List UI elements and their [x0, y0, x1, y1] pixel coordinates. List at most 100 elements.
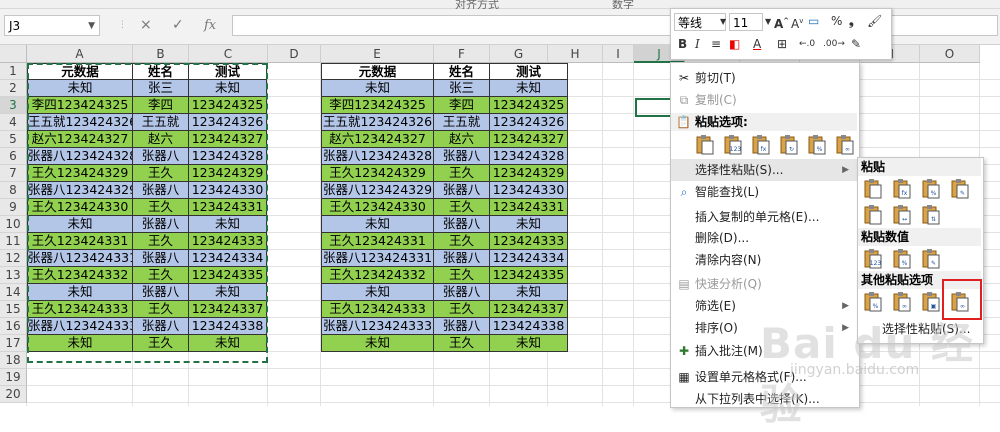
- column-header[interactable]: C: [189, 45, 268, 63]
- table-cell[interactable]: 李四123424325: [321, 97, 434, 114]
- table-cell[interactable]: 张三: [133, 80, 189, 97]
- table-header-cell[interactable]: 测试: [490, 63, 568, 80]
- table-cell[interactable]: 张器八: [133, 148, 189, 165]
- table-cell[interactable]: 王久123424331: [321, 233, 434, 250]
- column-header[interactable]: B: [133, 45, 189, 63]
- column-header[interactable]: O: [920, 45, 980, 63]
- table-cell[interactable]: 123424330: [189, 182, 267, 199]
- table-cell[interactable]: 123424329: [189, 165, 267, 182]
- table-cell[interactable]: 王五就123424326: [321, 114, 434, 131]
- chevron-down-icon[interactable]: ▼: [88, 16, 95, 37]
- column-header[interactable]: G: [490, 45, 548, 63]
- table-cell[interactable]: 123424337: [189, 301, 267, 318]
- column-header[interactable]: D: [268, 45, 321, 63]
- decrease-decimal-icon[interactable]: .00→: [823, 36, 845, 52]
- table-cell[interactable]: 张器八123424333: [321, 318, 434, 335]
- row-header[interactable]: 11: [0, 233, 27, 250]
- table-cell[interactable]: 王久: [133, 301, 189, 318]
- table-cell[interactable]: 王久: [133, 233, 189, 250]
- borders-icon[interactable]: ⊞: [777, 36, 787, 52]
- menu-item-smart-lookup[interactable]: ⌕ 智能查找(L): [671, 181, 857, 203]
- chevron-down-icon[interactable]: ▼: [720, 14, 726, 30]
- table-cell[interactable]: 张器八: [133, 250, 189, 267]
- table-cell[interactable]: 张器八: [434, 318, 490, 335]
- table-cell[interactable]: 王久: [133, 335, 189, 352]
- paste-icon[interactable]: ↔: [892, 204, 912, 226]
- table-cell[interactable]: 王久: [133, 267, 189, 284]
- table-cell[interactable]: 未知: [27, 284, 133, 301]
- table-cell[interactable]: 123424333: [189, 233, 267, 250]
- table-cell[interactable]: 未知: [321, 80, 434, 97]
- table-cell[interactable]: 李四123424325: [27, 97, 133, 114]
- format-painter-icon[interactable]: 🖌: [867, 13, 882, 29]
- fill-color-icon[interactable]: ◧: [729, 36, 740, 52]
- menu-item-copy[interactable]: ⧉ 复制(C): [671, 89, 857, 111]
- table-cell[interactable]: 王久123424333: [27, 301, 133, 318]
- table-cell[interactable]: 张器八: [434, 216, 490, 233]
- font-size-select[interactable]: 11: [729, 13, 763, 31]
- column-header[interactable]: F: [434, 45, 490, 63]
- table-cell[interactable]: 王五就123424326: [27, 114, 133, 131]
- column-header[interactable]: E: [321, 45, 434, 63]
- menu-item-delete[interactable]: 删除(D)...: [671, 227, 857, 249]
- table-cell[interactable]: 王久: [434, 199, 490, 216]
- table-cell[interactable]: 张器八123424329: [27, 182, 133, 199]
- paste-icon[interactable]: [863, 178, 883, 200]
- table-cell[interactable]: 张器八123424333: [27, 318, 133, 335]
- table-cell[interactable]: 123424326: [490, 114, 568, 131]
- column-header[interactable]: H: [548, 45, 603, 63]
- table-cell[interactable]: 李四: [434, 97, 490, 114]
- table-cell[interactable]: 王久: [434, 267, 490, 284]
- table-header-cell[interactable]: 元数据: [321, 63, 434, 80]
- font-color-icon[interactable]: A: [753, 36, 761, 52]
- table-cell[interactable]: 未知: [27, 335, 133, 352]
- increase-decimal-icon[interactable]: ←.0: [799, 36, 815, 52]
- table-cell[interactable]: 123424335: [490, 267, 568, 284]
- table-cell[interactable]: 王五就: [434, 114, 490, 131]
- row-header[interactable]: 20: [0, 386, 27, 403]
- menu-item-insert-copied[interactable]: 插入复制的单元格(E)...: [671, 206, 857, 228]
- menu-item-cut[interactable]: ✂ 剪切(T): [671, 67, 857, 89]
- paste-option-icon[interactable]: fx: [751, 134, 771, 156]
- row-header[interactable]: 16: [0, 318, 27, 335]
- italic-icon[interactable]: I: [695, 36, 700, 52]
- table-cell[interactable]: 王久: [434, 335, 490, 352]
- table-cell[interactable]: 赵六123424327: [321, 131, 434, 148]
- table-cell[interactable]: 王久123424329: [321, 165, 434, 182]
- row-header[interactable]: 17: [0, 335, 27, 352]
- row-header[interactable]: 4: [0, 114, 27, 131]
- row-header[interactable]: 19: [0, 369, 27, 386]
- paste-option-icon[interactable]: ↻: [779, 134, 799, 156]
- table-cell[interactable]: 未知: [189, 216, 267, 233]
- table-cell[interactable]: 123424337: [490, 301, 568, 318]
- row-header[interactable]: 1: [0, 63, 27, 80]
- table-header-cell[interactable]: 测试: [189, 63, 267, 80]
- row-header[interactable]: 15: [0, 301, 27, 318]
- font-select[interactable]: 等线: [674, 13, 726, 31]
- comma-style-icon[interactable]: ❟: [849, 13, 854, 29]
- table-header-cell[interactable]: 姓名: [133, 63, 189, 80]
- table-cell[interactable]: 张器八: [133, 182, 189, 199]
- row-header[interactable]: 7: [0, 165, 27, 182]
- enter-icon[interactable]: ✓: [172, 15, 184, 36]
- paste-values-icon[interactable]: 123: [863, 248, 883, 270]
- select-all-corner[interactable]: [0, 45, 27, 63]
- paste-values-icon[interactable]: ✎: [921, 248, 941, 270]
- table-cell[interactable]: 123424330: [490, 182, 568, 199]
- table-cell[interactable]: 未知: [189, 335, 267, 352]
- column-header[interactable]: A: [27, 45, 133, 63]
- table-cell[interactable]: 123424327: [189, 131, 267, 148]
- table-cell[interactable]: 王久123424332: [321, 267, 434, 284]
- table-cell[interactable]: 赵六: [434, 131, 490, 148]
- table-cell[interactable]: 张器八123424328: [321, 148, 434, 165]
- paste-values-icon[interactable]: %: [892, 248, 912, 270]
- table-cell[interactable]: 王久: [434, 165, 490, 182]
- row-header[interactable]: 2: [0, 80, 27, 97]
- table-cell[interactable]: 张三: [434, 80, 490, 97]
- table-cell[interactable]: 王久: [434, 233, 490, 250]
- row-header[interactable]: 9: [0, 199, 27, 216]
- table-cell[interactable]: 张器八: [434, 250, 490, 267]
- paste-option-icon[interactable]: %: [807, 134, 827, 156]
- table-cell[interactable]: 123424338: [189, 318, 267, 335]
- function-icon[interactable]: fx: [204, 15, 216, 36]
